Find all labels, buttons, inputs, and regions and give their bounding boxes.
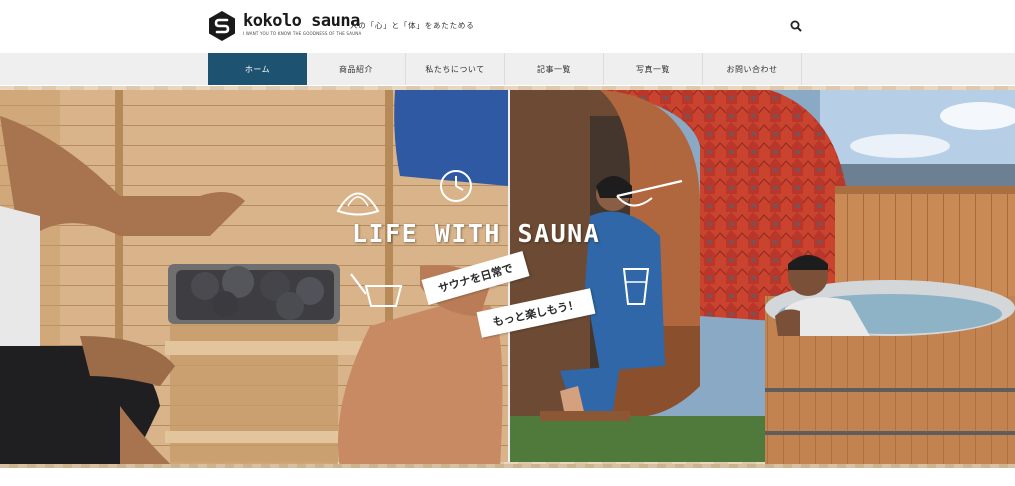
brand-tagline: I WANT YOU TO KNOW THE GOODNESS OF THE S…: [243, 31, 362, 36]
site-header: kokolo sauna I WANT YOU TO KNOW THE GOOD…: [0, 0, 1015, 52]
clock-icon: [440, 170, 472, 202]
site-logo[interactable]: kokolo sauna I WANT YOU TO KNOW THE GOOD…: [207, 10, 361, 44]
wood-divider-bottom: [0, 464, 1015, 468]
site-tagline: 人の「心」と「体」をあたためる: [350, 21, 475, 30]
water-ladle-icon: [350, 273, 403, 307]
nav-item-photos[interactable]: 写真一覧: [604, 53, 703, 85]
hero-banner: LIFE WITH SAUNA サウナを日常で もっと楽しもう！: [0, 86, 1015, 468]
nav-item-contact[interactable]: お問い合わせ: [703, 53, 802, 85]
nav-item-articles[interactable]: 記事一覧: [505, 53, 604, 85]
towel-icon: [616, 179, 683, 207]
nav-item-home[interactable]: ホーム: [208, 53, 307, 85]
logo-hexagon-icon: [209, 11, 235, 41]
sauna-hat-icon: [336, 192, 380, 216]
nav-item-about[interactable]: 私たちについて: [406, 53, 505, 85]
hero-title: LIFE WITH SAUNA: [352, 219, 601, 248]
water-glass-icon: [622, 268, 650, 305]
main-nav: ホーム 商品紹介 私たちについて 記事一覧 写真一覧 お問い合わせ: [0, 53, 1015, 85]
search-icon[interactable]: [789, 19, 803, 33]
brand-name: kokolo sauna: [243, 11, 360, 31]
nav-item-products[interactable]: 商品紹介: [307, 53, 406, 85]
